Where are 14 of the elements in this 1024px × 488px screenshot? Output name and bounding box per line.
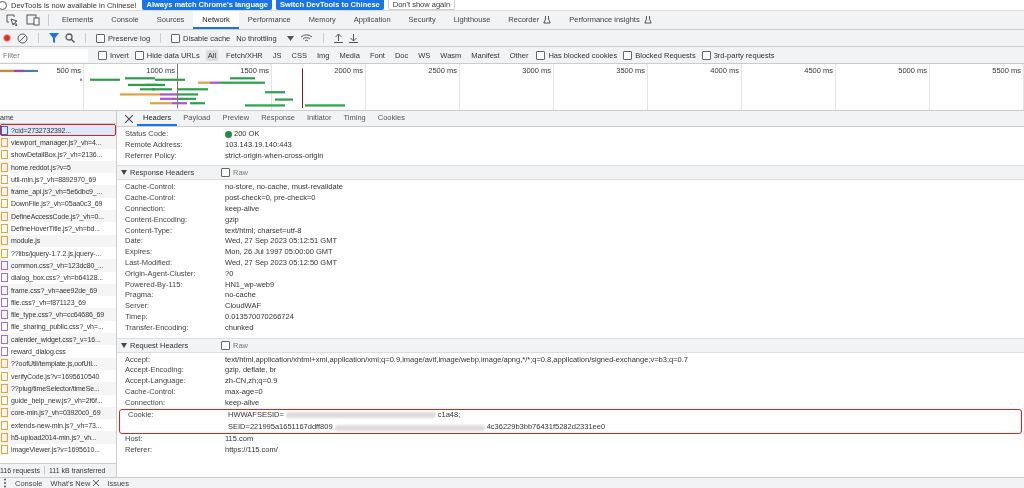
close-icon[interactable] bbox=[93, 480, 100, 486]
more-icon[interactable] bbox=[3, 478, 7, 488]
clear-icon[interactable] bbox=[17, 32, 28, 44]
filter-icon[interactable] bbox=[49, 33, 59, 43]
wifi-settings-icon[interactable] bbox=[299, 33, 313, 43]
download-icon[interactable] bbox=[348, 33, 358, 43]
caret-icon bbox=[286, 35, 294, 41]
search-icon[interactable] bbox=[65, 33, 75, 43]
expand-arrow-icon[interactable] bbox=[121, 170, 127, 176]
device-toolbar-icon[interactable] bbox=[26, 14, 40, 26]
upload-icon[interactable] bbox=[333, 33, 343, 43]
expand-arrow-icon[interactable] bbox=[121, 342, 127, 348]
inspect-icon[interactable] bbox=[6, 14, 18, 26]
record-button[interactable] bbox=[3, 34, 11, 42]
